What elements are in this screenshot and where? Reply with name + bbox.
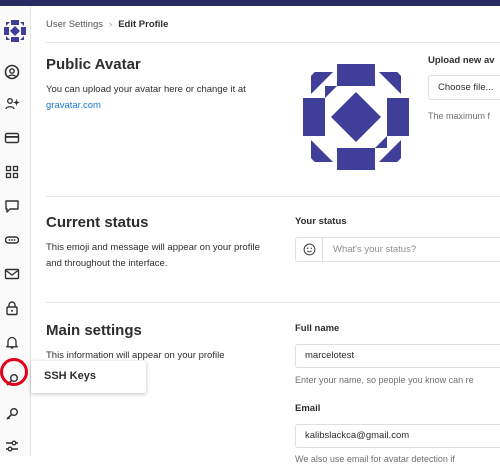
breadcrumb-parent[interactable]: User Settings — [46, 19, 103, 30]
choose-file-button[interactable]: Choose file... — [428, 75, 500, 100]
emails-icon[interactable] — [4, 266, 20, 282]
preferences-icon[interactable] — [4, 438, 20, 454]
divider — [46, 196, 500, 197]
max-size-help: The maximum f — [428, 111, 491, 121]
status-input[interactable]: What's your status? — [295, 237, 500, 262]
emoji-button[interactable] — [296, 238, 323, 261]
upload-avatar-label: Upload new av — [428, 55, 495, 66]
gpg-keys-icon[interactable] — [4, 406, 20, 422]
public-avatar-title: Public Avatar — [46, 56, 141, 73]
avatar-image — [295, 56, 417, 178]
full-name-label: Full name — [295, 323, 340, 334]
ssh-keys-tooltip: SSH Keys — [31, 361, 146, 393]
status-placeholder: What's your status? — [333, 244, 417, 255]
smiley-icon — [303, 243, 316, 256]
main-settings-title: Main settings — [46, 322, 142, 339]
divider — [46, 42, 500, 43]
user-avatar-icon[interactable] — [2, 18, 28, 44]
breadcrumb-separator: › — [109, 19, 113, 30]
account-icon[interactable] — [4, 96, 20, 112]
billing-icon[interactable] — [4, 130, 20, 146]
your-status-label: Your status — [295, 216, 347, 227]
breadcrumb: User Settings › Edit Profile — [46, 19, 168, 30]
applications-icon[interactable] — [4, 164, 20, 180]
settings-sidebar — [0, 6, 31, 456]
current-status-description: This emoji and message will appear on yo… — [46, 242, 260, 269]
chat-icon[interactable] — [4, 198, 20, 214]
ssh-keys-highlight-circle — [0, 358, 28, 386]
full-name-field[interactable]: marcelotest — [295, 344, 500, 368]
full-name-help: Enter your name, so people you know can … — [295, 375, 474, 385]
tooltip-label: SSH Keys — [44, 370, 96, 382]
notifications-icon[interactable] — [4, 334, 20, 350]
profile-icon[interactable] — [4, 64, 20, 80]
email-field[interactable]: kalibslackca@gmail.com — [295, 424, 500, 448]
email-label: Email — [295, 403, 321, 414]
public-avatar-description: You can upload your avatar here or chang… — [46, 82, 276, 114]
main-settings-description: This information will appear on your pro… — [46, 350, 225, 361]
password-icon[interactable] — [4, 300, 20, 316]
current-status-title: Current status — [46, 214, 149, 231]
divider — [46, 302, 500, 303]
access-tokens-icon[interactable] — [4, 232, 20, 248]
top-navbar — [0, 0, 500, 6]
avatar-desc-text: You can upload your avatar here or chang… — [46, 84, 246, 95]
gravatar-link[interactable]: gravatar.com — [46, 100, 101, 111]
breadcrumb-current: Edit Profile — [118, 19, 169, 30]
